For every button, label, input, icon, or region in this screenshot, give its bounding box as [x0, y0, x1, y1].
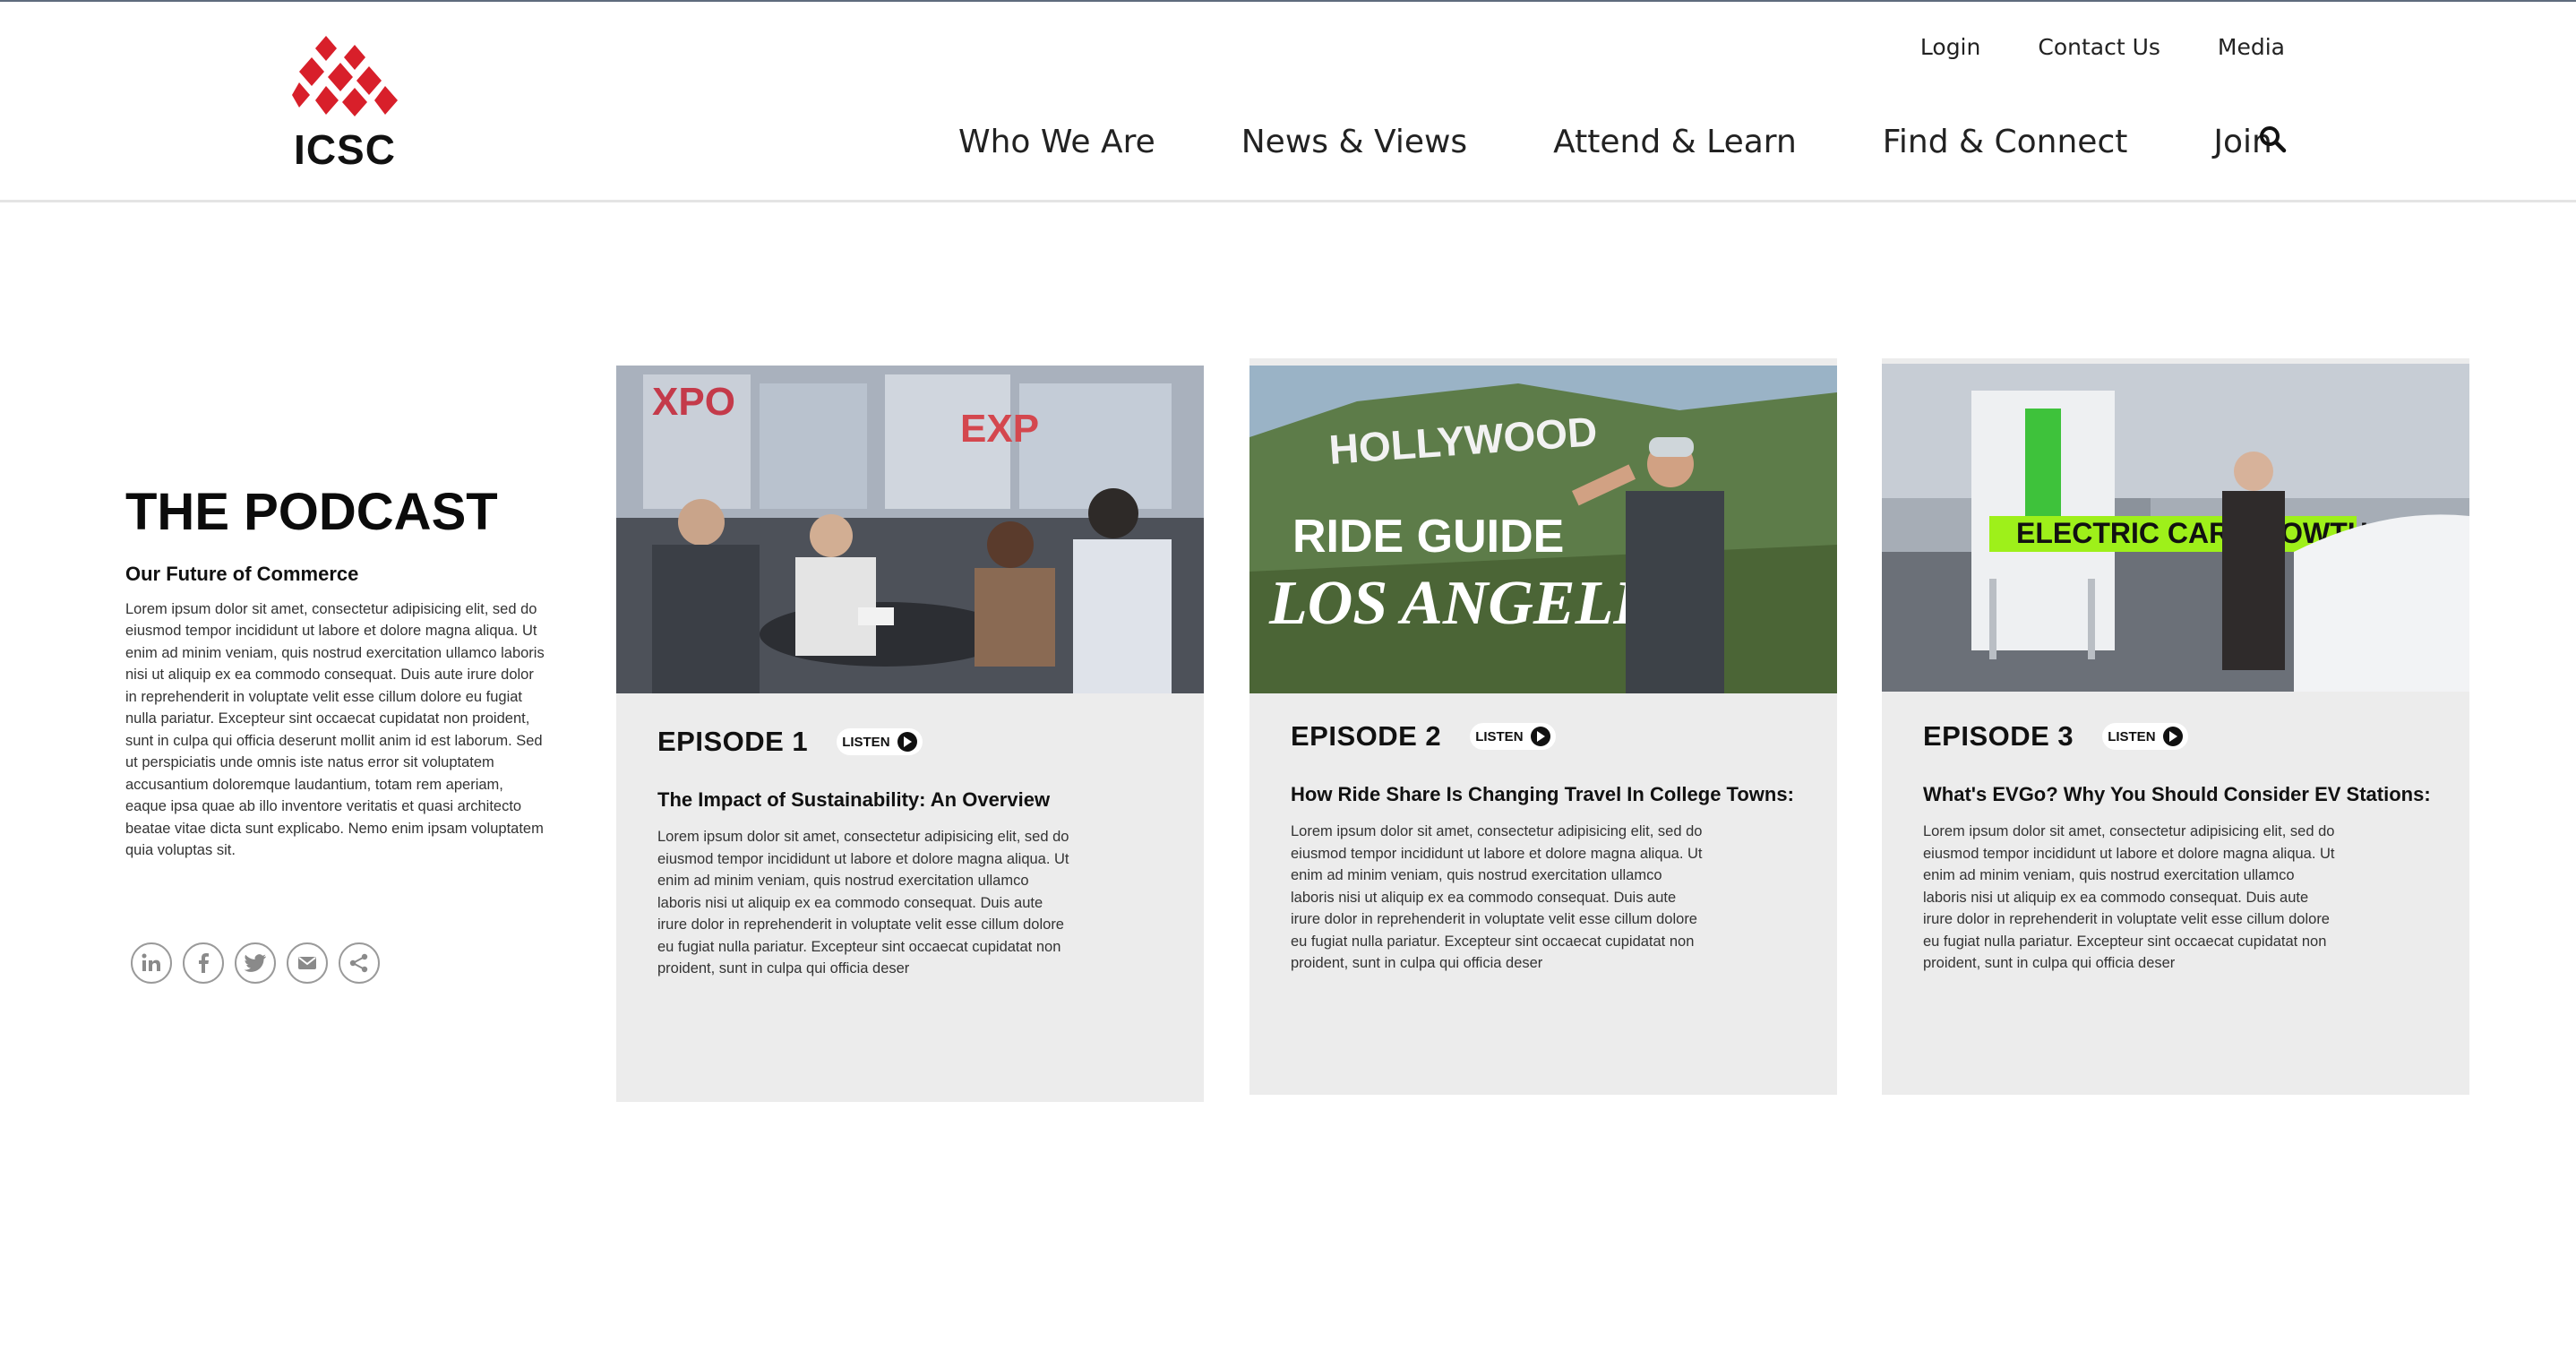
episode-3-image[interactable]: ELECTRIC CAR GROWTH: [1882, 364, 2469, 692]
play-icon: [1530, 727, 1550, 746]
episode-2-label: EPISODE 2: [1291, 720, 1442, 752]
logo-mark-icon: [292, 36, 398, 116]
episode-1-listen-button[interactable]: LISTEN: [837, 728, 923, 755]
episode-1-title[interactable]: The Impact of Sustainability: An Overvie…: [657, 788, 1069, 812]
share-icon[interactable]: [339, 942, 380, 984]
utility-nav: Login Contact Us Media: [1920, 34, 2285, 60]
nav-attend-learn[interactable]: Attend & Learn: [1553, 124, 1797, 160]
episode-3-title[interactable]: What's EVGo? Why You Should Consider EV …: [1923, 783, 2431, 806]
episode-2-listen-button[interactable]: LISTEN: [1470, 723, 1556, 750]
podcast-description: Lorem ipsum dolor sit amet, consectetur …: [125, 600, 545, 859]
episode-card-2[interactable]: HOLLYWOOD RIDE GUIDE LOS ANGELES EPISODE…: [1249, 358, 1837, 1095]
nav-contact-us-link[interactable]: Contact Us: [2038, 34, 2160, 60]
nav-login-link[interactable]: Login: [1920, 34, 1980, 60]
search-icon: [2260, 126, 2287, 153]
episode-1-description: Lorem ipsum dolor sit amet, consectetur …: [657, 829, 1069, 977]
episode-3-description: Lorem ipsum dolor sit amet, consectetur …: [1923, 823, 2335, 971]
icsc-logo[interactable]: ICSC: [292, 36, 398, 173]
nav-find-connect[interactable]: Find & Connect: [1883, 124, 2128, 160]
site-header: ICSC Login Contact Us Media Who We Are N…: [0, 2, 2576, 202]
logo-text: ICSC: [294, 126, 396, 173]
ride-guide-text: RIDE GUIDE: [1292, 511, 1564, 563]
play-icon: [897, 732, 917, 752]
nav-news-views[interactable]: News & Views: [1241, 124, 1467, 160]
twitter-icon[interactable]: [235, 942, 276, 984]
episode-1-image[interactable]: XPO EXP: [616, 366, 1204, 693]
episode-3-meta: EPISODE 3 LISTEN What's EVGo? Why You Sh…: [1923, 720, 2431, 975]
podcast-intro: THE PODCAST Our Future of Commerce Lorem…: [125, 484, 546, 862]
play-icon: [2162, 727, 2183, 746]
listen-label: LISTEN: [2108, 728, 2156, 744]
listen-label: LISTEN: [842, 734, 890, 750]
episode-2-image[interactable]: HOLLYWOOD RIDE GUIDE LOS ANGELES: [1249, 366, 1837, 693]
podcast-subtitle: Our Future of Commerce: [125, 562, 359, 585]
episode-2-title[interactable]: How Ride Share Is Changing Travel In Col…: [1291, 783, 1794, 806]
episode-1-label: EPISODE 1: [657, 726, 809, 757]
nav-media-link[interactable]: Media: [2218, 34, 2285, 60]
share-bar: [131, 942, 380, 984]
nav-who-we-are[interactable]: Who We Are: [958, 124, 1155, 160]
episode-1-meta: EPISODE 1 LISTEN The Impact of Sustainab…: [657, 726, 1069, 980]
episode-card-3[interactable]: ELECTRIC CAR GROWTH EPISODE 3 LISTEN Wha…: [1882, 358, 2469, 1095]
expo-sign-left: XPO: [652, 380, 735, 424]
episode-3-label: EPISODE 3: [1923, 720, 2074, 752]
listen-label: LISTEN: [1475, 728, 1524, 744]
episode-3-listen-button[interactable]: LISTEN: [2102, 723, 2188, 750]
facebook-icon[interactable]: [183, 942, 224, 984]
main-nav: Who We Are News & Views Attend & Learn F…: [958, 124, 2272, 160]
episode-2-description: Lorem ipsum dolor sit amet, consectetur …: [1291, 823, 1703, 971]
email-icon[interactable]: [287, 942, 328, 984]
episode-2-meta: EPISODE 2 LISTEN How Ride Share Is Chang…: [1291, 720, 1794, 975]
page-title: THE PODCAST: [125, 483, 498, 541]
episode-card-1[interactable]: XPO EXP EPISODE 1 LISTEN The Impact of S…: [616, 366, 1204, 1102]
linkedin-icon[interactable]: [131, 942, 172, 984]
search-button[interactable]: [2257, 124, 2288, 154]
expo-sign-right: EXP: [960, 407, 1039, 451]
